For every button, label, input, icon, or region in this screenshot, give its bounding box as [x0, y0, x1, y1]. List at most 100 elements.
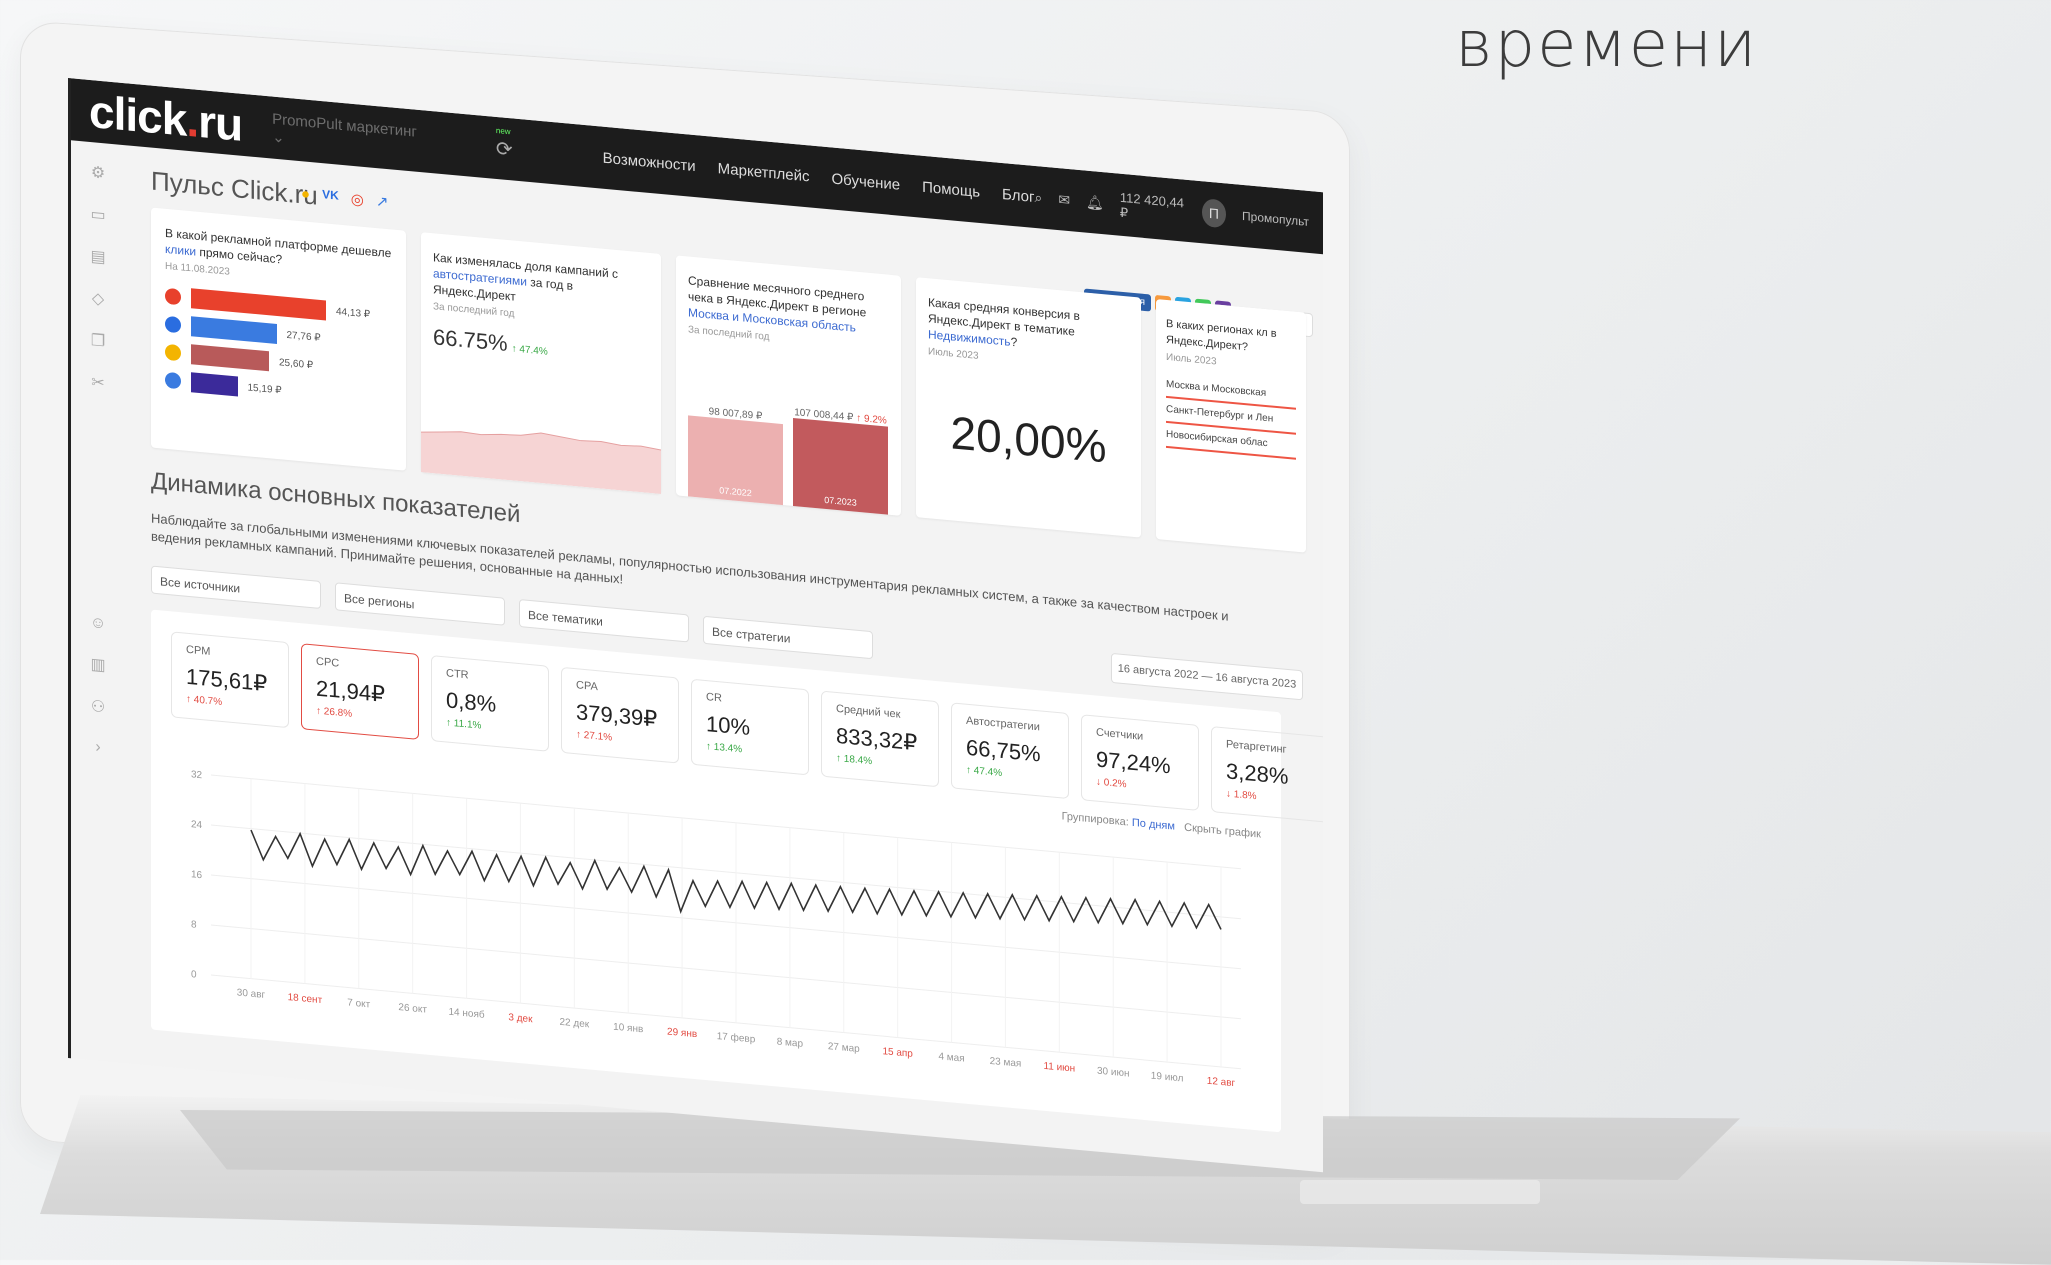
grid-line	[211, 974, 1241, 1070]
y-tick-label: 16	[191, 869, 203, 881]
search-icon[interactable]: ⌕	[1034, 188, 1042, 206]
date-range-picker[interactable]: 16 августа 2022 — 16 августа 2023	[1111, 652, 1303, 701]
nav-item[interactable]: Блог	[1002, 186, 1034, 206]
metric-label: CR	[706, 691, 722, 705]
structure-icon[interactable]: ⚇	[91, 696, 105, 717]
bar-label: 07.2022	[719, 485, 752, 499]
shield-icon[interactable]: ◇	[92, 288, 104, 309]
user-name[interactable]: Промопульт	[1242, 209, 1309, 229]
top-right-tools: ⌕ ✉ 🔔︎ 112 420,44 ₽ П Промопульт	[1034, 181, 1309, 237]
metric-tile[interactable]: CTR 0,8% ↑ 11.1%	[431, 655, 549, 752]
logo[interactable]: click.ru	[89, 84, 242, 152]
bar-value: 25,60 ₽	[279, 356, 314, 371]
metric-value: 0,8%	[446, 687, 497, 717]
grouping-select[interactable]: По дням	[1132, 817, 1175, 833]
bar-label: 07.2023	[824, 494, 857, 508]
chevron-right-icon[interactable]: ›	[95, 738, 100, 756]
bar-value: 44,13 ₽	[336, 305, 371, 320]
card-value: 66.75%	[433, 324, 508, 357]
nav-item[interactable]: Обучение	[832, 170, 901, 193]
campaigns-icon[interactable]: ⚙	[91, 162, 105, 183]
report-icon[interactable]: ▥	[90, 654, 105, 675]
x-tick-label: 30 авг	[237, 987, 266, 1001]
yandex-icon	[165, 343, 181, 362]
x-tick-label: 8 мар	[777, 1037, 804, 1050]
metrics-line-chart: 32 24 16 8 0 30 авг 18 сент 7 окт 26 окт 14 нояб 3…	[191, 769, 1241, 1090]
hide-chart-button[interactable]: Скрыть график	[1184, 822, 1261, 841]
nav-item[interactable]: Возможности	[603, 149, 696, 174]
users-icon[interactable]: ☺	[90, 614, 106, 633]
bar-fill: 07.2022	[688, 415, 783, 506]
tools-icon[interactable]: ✂	[91, 372, 104, 393]
filter-label: Все стратегии	[712, 624, 791, 646]
filter-label: Все регионы	[344, 591, 415, 612]
metric-tile[interactable]: Автостратегии 66,75% ↑ 47.4%	[951, 702, 1069, 800]
question-link[interactable]: клики	[165, 242, 196, 259]
logo-main: click	[89, 84, 187, 146]
bell-icon[interactable]: 🔔︎	[1086, 193, 1104, 212]
workspace-label: PromoPult маркетинг	[272, 110, 417, 141]
x-tick-label: 11 июн	[1043, 1061, 1075, 1075]
balance[interactable]: 112 420,44 ₽	[1120, 189, 1186, 226]
metric-tile[interactable]: CPA 379,39₽ ↑ 27.1%	[561, 666, 679, 764]
workspace-selector[interactable]: PromoPult маркетинг ⌄	[272, 110, 426, 159]
mytarget-icon: ◎	[350, 190, 364, 209]
question-text: ?	[1010, 334, 1018, 350]
grid-line	[211, 874, 1241, 970]
x-tick-label: 23 мая	[990, 1056, 1022, 1070]
main-content: Пульс Click.ru ● VK ◎ ↗ Поделиться Встро…	[141, 147, 1323, 1173]
logo-dot: .	[186, 93, 199, 147]
folder-icon[interactable]: ▭	[90, 204, 105, 225]
x-tick-label: 17 февр	[717, 1030, 756, 1046]
copy-icon[interactable]: ❐	[91, 330, 105, 351]
mail-icon[interactable]: ✉	[1058, 191, 1070, 209]
region-filter[interactable]: Все регионы	[335, 582, 505, 626]
metric-tile[interactable]: Ретаргетинг 3,28% ↓ 1.8%	[1211, 726, 1323, 823]
avatar[interactable]: П	[1201, 198, 1227, 229]
grouping-label: Группировка:	[1061, 810, 1129, 829]
metric-tile[interactable]: CR 10% ↑ 13.4%	[691, 678, 809, 776]
filter-label: Все тематики	[528, 607, 603, 629]
metric-value: 175,61₽	[186, 663, 268, 697]
metric-value: 97,24%	[1096, 746, 1171, 779]
y-tick-label: 32	[191, 769, 203, 781]
metric-value: 833,32₽	[836, 722, 918, 756]
strategy-filter[interactable]: Все стратегии	[703, 615, 873, 660]
grid-line	[211, 824, 1241, 920]
nav-item[interactable]: Маркетплейс	[718, 160, 810, 185]
check-bars: 98 007,89 ₽ 07.2022 107 008,44 ₽ ↑ 9.2% …	[688, 386, 888, 515]
metric-tile[interactable]: Счетчики 97,24% ↓ 0.2%	[1081, 714, 1199, 811]
pulse-icon[interactable]: ⟳ new	[496, 125, 513, 162]
metric-tile[interactable]: CPC 21,94₽ ↑ 26.8%	[301, 643, 419, 740]
headline: времени	[1455, 8, 1759, 82]
x-tick-label: 15 апр	[882, 1046, 913, 1060]
x-tick-label: 12 авг	[1207, 1076, 1236, 1090]
x-tick-label: 29 янв	[667, 1027, 697, 1041]
yandex-icon: ●	[301, 185, 311, 204]
y-tick-label: 8	[191, 919, 197, 931]
card-delta: ↑ 47.4%	[511, 343, 548, 358]
metric-value: 66,75%	[966, 734, 1041, 767]
bar-2023: 107 008,44 ₽ ↑ 9.2% 07.2023	[793, 407, 888, 515]
metric-value: 379,39₽	[576, 699, 658, 732]
bar-2022: 98 007,89 ₽ 07.2022	[688, 405, 783, 506]
card-regions: В каких регионах кл в Яндекс.Директ? Июл…	[1156, 299, 1306, 553]
source-filter[interactable]: Все источники	[151, 565, 321, 610]
nav-item[interactable]: Помощь	[922, 178, 980, 200]
metric-tile[interactable]: CPM 175,61₽ ↑ 40.7%	[171, 631, 289, 729]
document-icon[interactable]: ▤	[90, 246, 105, 267]
metric-label: CPC	[316, 655, 340, 670]
metric-label: Счетчики	[1096, 726, 1144, 743]
laptop-screen: click.ru PromoPult маркетинг ⌄ ⟳ new Возм…	[68, 78, 1323, 1173]
card-conversion: Какая средняя конверсия в Яндекс.Директ …	[916, 277, 1141, 538]
bar	[191, 372, 238, 397]
metric-label: Автостратегии	[966, 714, 1040, 734]
metric-label: CTR	[446, 667, 469, 682]
metric-label: Ретаргетинг	[1226, 738, 1287, 756]
metrics-panel: CPM 175,61₽ ↑ 40.7% CPC 21,94₽ ↑ 26.8% CTR 0,8%…	[151, 609, 1323, 1133]
metric-tile[interactable]: Средний чек 833,32₽ ↑ 18.4%	[821, 690, 939, 788]
page-title: Пульс Click.ru	[151, 165, 318, 211]
chevron-down-icon: ⌄	[272, 128, 285, 147]
metric-label: CPM	[186, 643, 211, 658]
topic-filter[interactable]: Все тематики	[519, 599, 689, 643]
